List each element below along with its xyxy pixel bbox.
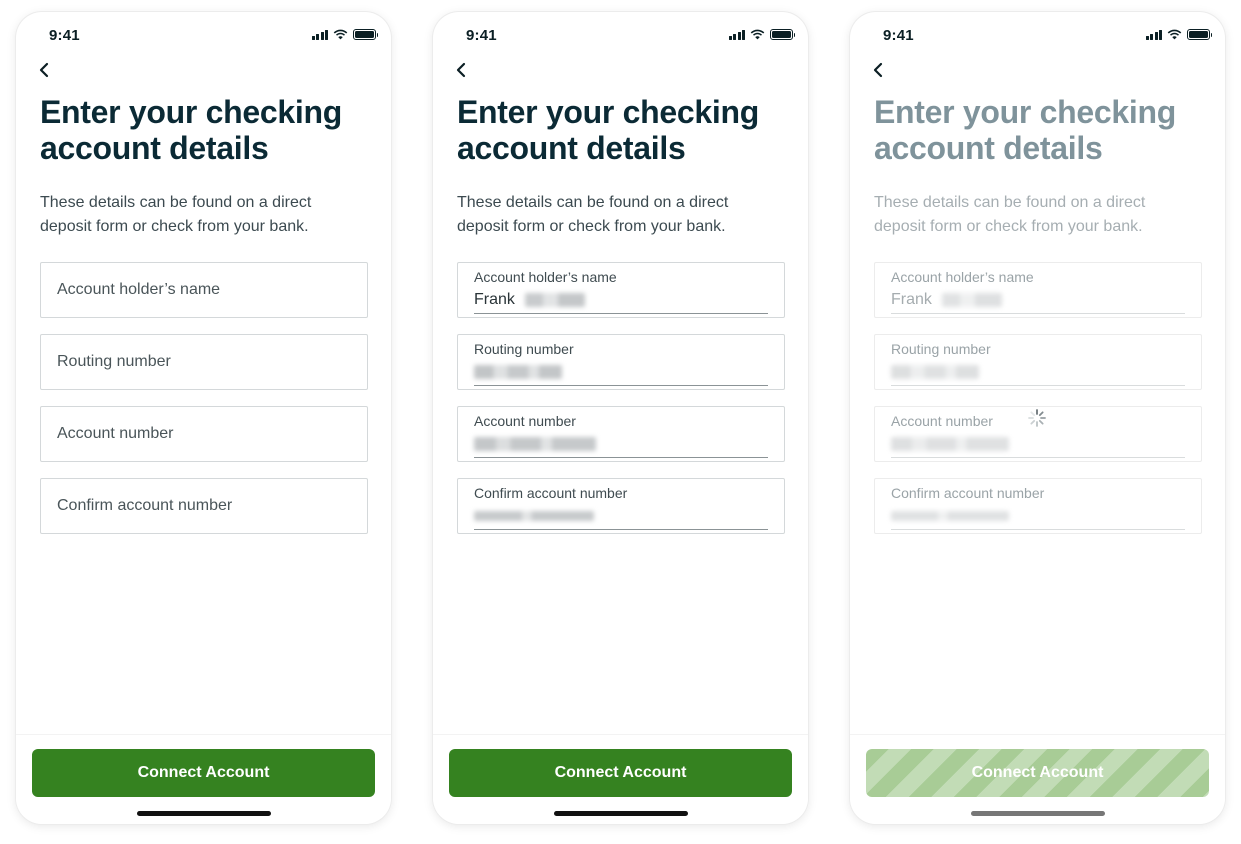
wifi-icon xyxy=(1167,29,1182,40)
obscured-value xyxy=(474,511,594,521)
obscured-value xyxy=(524,293,585,307)
obscured-value xyxy=(474,437,596,451)
field-label: Confirm account number xyxy=(474,485,628,501)
confirm-account-number-field[interactable]: Confirm account number xyxy=(457,478,785,534)
confirm-account-number-field[interactable]: Confirm account number xyxy=(40,478,368,534)
chevron-left-icon[interactable] xyxy=(32,58,56,82)
chevron-left-icon[interactable] xyxy=(866,58,890,82)
field-label: Routing number xyxy=(474,341,574,357)
first-name-text: Frank xyxy=(891,291,932,308)
wifi-icon xyxy=(333,29,348,40)
obscured-value xyxy=(891,437,1009,451)
phone-screen-filled: 9:41 Enter your checking account details… xyxy=(433,12,808,824)
field-underline xyxy=(474,313,768,314)
battery-icon xyxy=(353,29,378,40)
field-underline xyxy=(891,385,1185,386)
routing-number-field: Routing number xyxy=(874,334,1202,390)
routing-number-field[interactable]: Routing number xyxy=(40,334,368,390)
page-subtitle: These details can be found on a direct d… xyxy=(457,194,729,235)
account-holder-name-field[interactable]: Account holder’s name xyxy=(40,262,368,318)
page-title: Enter your checking account details xyxy=(874,94,1176,166)
account-holder-name-field: Account holder’s name Frank xyxy=(874,262,1202,318)
phone-screen-empty: 9:41 Enter your checking account details… xyxy=(16,12,391,824)
status-time: 9:41 xyxy=(883,27,914,44)
connect-account-button-disabled: Connect Account xyxy=(866,749,1209,797)
field-label: Account holder’s name xyxy=(474,269,617,285)
field-placeholder: Confirm account number xyxy=(57,497,233,514)
routing-number-field[interactable]: Routing number xyxy=(457,334,785,390)
spinner-icon xyxy=(1028,409,1046,427)
field-underline xyxy=(891,313,1185,314)
account-number-field[interactable]: Account number xyxy=(457,406,785,462)
obscured-value xyxy=(891,511,1009,521)
field-value xyxy=(891,507,1009,525)
status-bar: 9:41 xyxy=(850,12,1225,56)
status-icons xyxy=(1145,29,1212,40)
field-label: Confirm account number xyxy=(891,485,1045,501)
home-indicator xyxy=(137,811,271,816)
field-value: Frank xyxy=(891,291,1002,309)
signal-icon xyxy=(1145,29,1162,40)
field-placeholder: Routing number xyxy=(57,353,171,370)
page-subtitle: These details can be found on a direct d… xyxy=(874,194,1146,235)
signal-icon xyxy=(311,29,328,40)
field-value: Frank xyxy=(474,291,585,309)
page-title: Enter your checking account details xyxy=(457,94,759,166)
home-indicator xyxy=(554,811,688,816)
obscured-value xyxy=(941,293,1002,307)
field-label: Account number xyxy=(474,413,576,429)
field-underline xyxy=(891,529,1185,530)
field-label: Account number xyxy=(891,413,993,429)
phone-screen-loading: 9:41 Enter your checking account details… xyxy=(850,12,1225,824)
first-name-text: Frank xyxy=(474,291,515,308)
field-value xyxy=(891,363,979,381)
field-value xyxy=(891,435,1009,453)
signal-icon xyxy=(728,29,745,40)
field-value xyxy=(474,363,562,381)
connect-account-button[interactable]: Connect Account xyxy=(32,749,375,797)
status-icons xyxy=(728,29,795,40)
obscured-value xyxy=(474,365,562,379)
home-indicator xyxy=(971,811,1105,816)
field-value xyxy=(474,507,594,525)
status-bar: 9:41 xyxy=(16,12,391,56)
field-placeholder: Account holder’s name xyxy=(57,281,221,298)
status-time: 9:41 xyxy=(49,27,80,44)
field-value xyxy=(474,435,596,453)
connect-account-button[interactable]: Connect Account xyxy=(449,749,792,797)
status-bar: 9:41 xyxy=(433,12,808,56)
field-placeholder: Account number xyxy=(57,425,174,442)
field-underline xyxy=(474,457,768,458)
confirm-account-number-field: Confirm account number xyxy=(874,478,1202,534)
wifi-icon xyxy=(750,29,765,40)
field-underline xyxy=(891,457,1185,458)
field-underline xyxy=(474,385,768,386)
field-underline xyxy=(474,529,768,530)
field-label: Routing number xyxy=(891,341,991,357)
chevron-left-icon[interactable] xyxy=(449,58,473,82)
battery-icon xyxy=(770,29,795,40)
page-subtitle: These details can be found on a direct d… xyxy=(40,194,312,235)
status-icons xyxy=(311,29,378,40)
field-label: Account holder’s name xyxy=(891,269,1034,285)
battery-icon xyxy=(1187,29,1212,40)
obscured-value xyxy=(891,365,979,379)
status-time: 9:41 xyxy=(466,27,497,44)
account-holder-name-field[interactable]: Account holder’s name Frank xyxy=(457,262,785,318)
page-title: Enter your checking account details xyxy=(40,94,342,166)
account-number-field[interactable]: Account number xyxy=(40,406,368,462)
